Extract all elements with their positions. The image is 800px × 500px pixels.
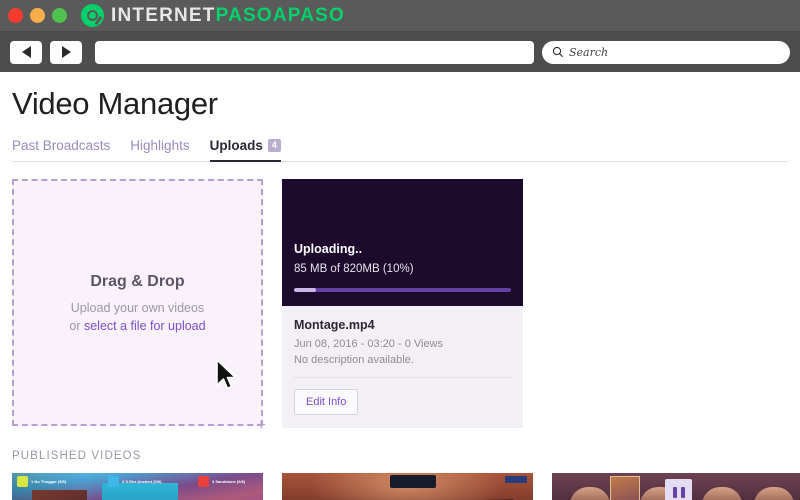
thumbnail-1-hud-3: 3 Sandstone (6/6) — [198, 476, 245, 487]
brand-logo: INTERNETPASOAPASO — [81, 4, 345, 27]
thumbnail-3-person — [754, 487, 794, 500]
minimize-window-button[interactable] — [30, 8, 45, 23]
tab-uploads[interactable]: Uploads 4 — [209, 138, 281, 162]
browser-window: INTERNETPASOAPASO Video Manager Past Bro… — [0, 0, 800, 500]
published-video-thumbnail-3[interactable] — [552, 473, 800, 500]
upload-card-actions: Edit Info — [282, 378, 523, 428]
window-controls — [8, 8, 67, 23]
thumbnail-2-hud-panel — [389, 475, 436, 488]
published-videos-row: 1 No Thoggar (5/5) 2 X Rex Ancient (6/6)… — [12, 473, 800, 500]
dropzone-title: Drag & Drop — [90, 272, 185, 290]
thumbnail-1-hud-1: 1 No Thoggar (5/5) — [17, 476, 66, 487]
hud-badge-icon — [17, 476, 28, 487]
mouse-cursor-icon — [216, 359, 237, 390]
hud-label: 2 X Rex Ancient (6/6) — [122, 479, 162, 484]
thumbnail-2-hud-badge — [505, 476, 527, 483]
search-icon — [552, 46, 564, 58]
address-bar-input[interactable] — [95, 40, 534, 64]
back-button[interactable] — [10, 40, 42, 64]
hud-label: 3 Sandstone (6/6) — [212, 479, 246, 484]
add-plus-icon[interactable]: + — [256, 416, 266, 433]
tab-uploads-badge: 4 — [267, 138, 281, 153]
forward-arrow-icon — [61, 46, 71, 58]
upload-progress-fill — [294, 288, 316, 292]
brand-word-1: INTERNET — [111, 5, 216, 26]
search-box[interactable] — [542, 40, 790, 64]
twitch-logo-icon — [665, 479, 692, 500]
upload-status-text: Uploading.. — [294, 242, 363, 256]
back-arrow-icon — [21, 46, 31, 58]
page-title: Video Manager — [12, 86, 218, 121]
video-description: No description available. — [294, 354, 511, 378]
twitch-bar — [680, 487, 685, 498]
published-video-thumbnail-1[interactable]: 1 No Thoggar (5/5) 2 X Rex Ancient (6/6)… — [12, 473, 263, 500]
video-filename: Montage.mp4 — [294, 318, 375, 332]
dropzone-subtitle: Upload your own videos — [70, 300, 205, 315]
upload-progress-text: 85 MB of 820MB (10%) — [294, 263, 414, 275]
tab-uploads-label: Uploads — [209, 138, 263, 153]
brand-wordmark: INTERNETPASOAPASO — [111, 6, 345, 25]
upload-card-preview: Uploading.. 85 MB of 820MB (10%) — [282, 179, 523, 306]
published-video-thumbnail-2[interactable] — [282, 473, 533, 500]
published-videos-heading: PUBLISHED VIDEOS — [12, 450, 142, 462]
hud-badge-icon — [198, 476, 209, 487]
upload-card-details: Montage.mp4 Jun 08, 2016 - 03:20 - 0 Vie… — [282, 306, 523, 378]
thumbnail-3-person — [570, 487, 610, 500]
browser-toolbar — [0, 32, 800, 72]
edit-info-button[interactable]: Edit Info — [294, 389, 359, 415]
hud-label: 1 No Thoggar (5/5) — [31, 479, 67, 484]
brand-mark-icon — [81, 4, 104, 27]
select-file-link[interactable]: select a file for upload — [84, 319, 206, 333]
dropzone-or-prefix: or — [69, 318, 84, 333]
maximize-window-button[interactable] — [52, 8, 67, 23]
twitch-bar — [672, 487, 677, 498]
upload-area: Drag & Drop Upload your own videos or se… — [12, 179, 788, 433]
upload-card: Uploading.. 85 MB of 820MB (10%) Montage… — [282, 179, 523, 428]
close-window-button[interactable] — [8, 8, 23, 23]
forward-button[interactable] — [50, 40, 82, 64]
upload-progress-bar — [294, 288, 511, 292]
brand-word-2: PASOAPASO — [215, 5, 346, 26]
title-bar: INTERNETPASOAPASO — [0, 0, 800, 32]
tab-bar: Past Broadcasts Highlights Uploads 4 — [12, 138, 788, 162]
tab-highlights[interactable]: Highlights — [130, 138, 189, 162]
thumbnail-1-hud-2: 2 X Rex Ancient (6/6) — [108, 476, 161, 487]
thumbnail-3-person — [702, 487, 742, 500]
dropzone-select-line: or select a file for upload — [69, 319, 205, 333]
video-meta: Jun 08, 2016 - 03:20 - 0 Views — [294, 338, 444, 350]
hud-badge-icon — [108, 476, 119, 487]
page-content: Video Manager Past Broadcasts Highlights… — [0, 72, 800, 500]
drag-and-drop-zone[interactable]: Drag & Drop Upload your own videos or se… — [12, 179, 266, 433]
search-input[interactable] — [569, 45, 780, 59]
thumbnail-3-wall-frame — [610, 476, 640, 500]
tab-past-broadcasts[interactable]: Past Broadcasts — [12, 138, 110, 162]
